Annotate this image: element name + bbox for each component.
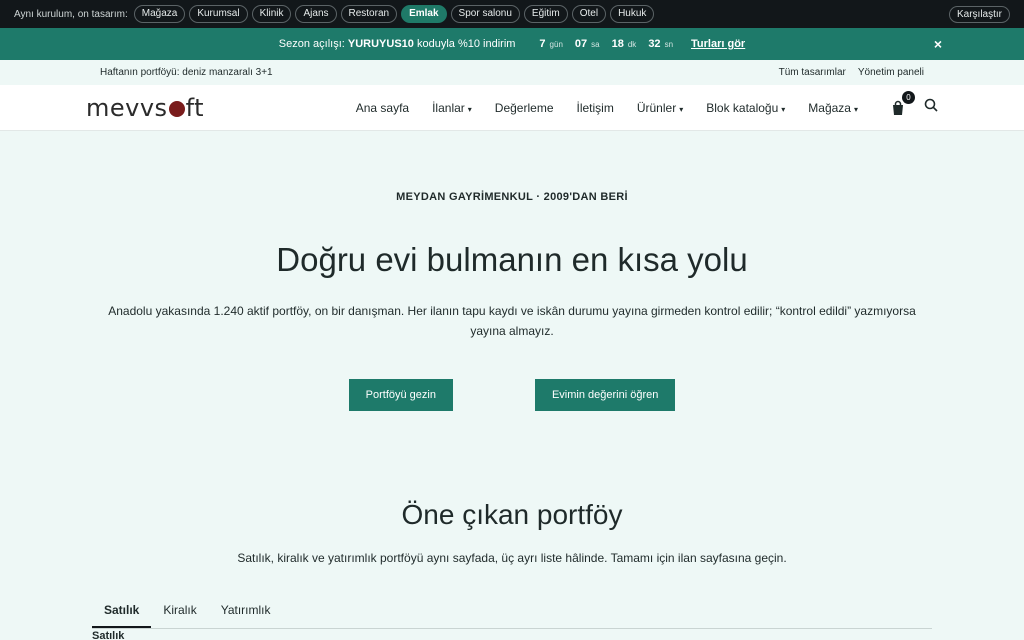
countdown-minutes-unit: dk: [627, 40, 637, 49]
caret-down-icon: ▾: [781, 104, 786, 114]
hero-cta-group: Portföyü gezin Evimin değerini öğren: [0, 379, 1024, 411]
caret-down-icon: ▾: [679, 104, 684, 114]
listing-tabs: Satılık Kiralık Yatırımlık: [92, 603, 932, 629]
pill-klinik[interactable]: Klinik: [251, 5, 292, 23]
hero-eyebrow: MEYDAN GAYRİMENKUL · 2009'DAN BERİ: [396, 191, 628, 203]
showcase-label: Aynı kurulum, on tasarım:: [14, 8, 128, 20]
nav-item-blok-katalogu[interactable]: Blok kataloğu ▾: [706, 101, 785, 115]
countdown-hours-unit: sa: [591, 40, 600, 49]
pill-egitim[interactable]: Eğitim: [523, 5, 568, 23]
pill-restoran[interactable]: Restoran: [340, 5, 398, 23]
showcase-bar: Aynı kurulum, on tasarım: Mağaza Kurumsa…: [0, 0, 1024, 28]
hero-section: MEYDAN GAYRİMENKUL · 2009'DAN BERİ Doğru…: [0, 131, 1024, 411]
pill-ajans[interactable]: Ajans: [295, 5, 337, 23]
main-nav: mevvs ft Ana sayfa İlanlar ▾ Değerleme İle…: [0, 85, 1024, 131]
nav-item-label: İletişim: [576, 100, 614, 115]
all-designs-link[interactable]: Tüm tasarımlar: [779, 67, 846, 78]
promo-code: YURUYUS10: [347, 38, 414, 50]
list-section-label: Satılık: [92, 630, 125, 640]
featured-section: Öne çıkan portföy Satılık, kiralık ve ya…: [0, 499, 1024, 629]
design-pills: Mağaza Kurumsal Klinik Ajans Restoran Em…: [133, 5, 655, 23]
browse-portfolio-button[interactable]: Portföyü gezin: [348, 379, 453, 411]
close-icon[interactable]: ×: [934, 36, 942, 52]
pill-magaza[interactable]: Mağaza: [133, 5, 186, 23]
nav-item-label: Blok kataloğu: [706, 100, 779, 115]
nav-item-label: Değerleme: [494, 100, 554, 115]
nav-item-ana-sayfa[interactable]: Ana sayfa: [356, 101, 409, 115]
tours-link[interactable]: Turları gör: [691, 38, 745, 50]
caret-down-icon: ▾: [467, 104, 472, 114]
countdown: 7 gün 07 sa 18 dk 32 sn: [539, 38, 681, 50]
nav-item-label: Ürünler: [636, 100, 677, 115]
logo[interactable]: mevvs ft: [86, 94, 204, 122]
hero-description: Anadolu yakasında 1.240 aktif portföy, o…: [108, 304, 916, 338]
cart-icon[interactable]: 0: [890, 90, 915, 116]
admin-panel-link[interactable]: Yönetim paneli: [858, 67, 924, 78]
countdown-days: 7: [539, 38, 546, 50]
featured-description: Satılık, kiralık ve yatırımlık portföyü …: [237, 551, 787, 565]
tab-satilik[interactable]: Satılık: [92, 603, 152, 628]
utility-bar: Haftanın portföyü: deniz manzaralı 3+1 T…: [0, 60, 1024, 85]
countdown-days-unit: gün: [549, 40, 563, 49]
promo-banner: Sezon açılışı: YURUYUS10 koduyla %10 ind…: [0, 28, 1024, 60]
logo-text-end: ft: [185, 93, 204, 122]
pill-hukuk[interactable]: Hukuk: [610, 5, 655, 23]
logo-text-start: mevvs: [86, 93, 168, 122]
pill-spor-salonu[interactable]: Spor salonu: [450, 5, 520, 23]
compare-button[interactable]: Karşılaştır: [948, 5, 1010, 23]
promo-prefix: Sezon açılışı:: [278, 38, 345, 50]
nav-item-urunler[interactable]: Ürünler ▾: [637, 101, 683, 115]
tab-kiralik[interactable]: Kiralık: [151, 603, 208, 628]
nav-item-ilanlar[interactable]: İlanlar ▾: [432, 101, 472, 115]
nav-menu: Ana sayfa İlanlar ▾ Değerleme İletişim Ür…: [356, 101, 858, 115]
tab-yatirimlik[interactable]: Yatırımlık: [209, 603, 283, 628]
hero-title: Doğru evi bulmanın en kısa yolu: [276, 241, 748, 278]
weekly-portfolio-text: Haftanın portföyü: deniz manzaralı 3+1: [100, 67, 273, 78]
nav-item-label: İlanlar: [432, 100, 465, 115]
countdown-seconds: 32: [648, 38, 661, 50]
nav-item-label: Mağaza: [808, 100, 851, 115]
countdown-minutes: 18: [611, 38, 624, 50]
featured-title: Öne çıkan portföy: [401, 499, 623, 530]
pill-kurumsal[interactable]: Kurumsal: [189, 5, 248, 23]
nav-item-degerleme[interactable]: Değerleme: [495, 101, 554, 115]
home-valuation-button[interactable]: Evimin değerini öğren: [534, 379, 676, 411]
nav-item-iletisim[interactable]: İletişim: [577, 101, 614, 115]
countdown-seconds-unit: sn: [664, 40, 674, 49]
nav-item-label: Ana sayfa: [355, 100, 410, 115]
nav-icons: 0: [890, 90, 938, 117]
nav-item-magaza[interactable]: Mağaza ▾: [808, 101, 858, 115]
pill-otel[interactable]: Otel: [571, 5, 607, 23]
logo-mark-icon: [168, 100, 185, 117]
countdown-hours: 07: [574, 38, 588, 50]
pill-emlak[interactable]: Emlak: [401, 5, 447, 23]
caret-down-icon: ▾: [853, 104, 858, 114]
promo-suffix: koduyla %10 indirim: [416, 38, 516, 50]
cart-count-badge: 0: [902, 90, 915, 104]
search-icon[interactable]: [924, 98, 938, 117]
